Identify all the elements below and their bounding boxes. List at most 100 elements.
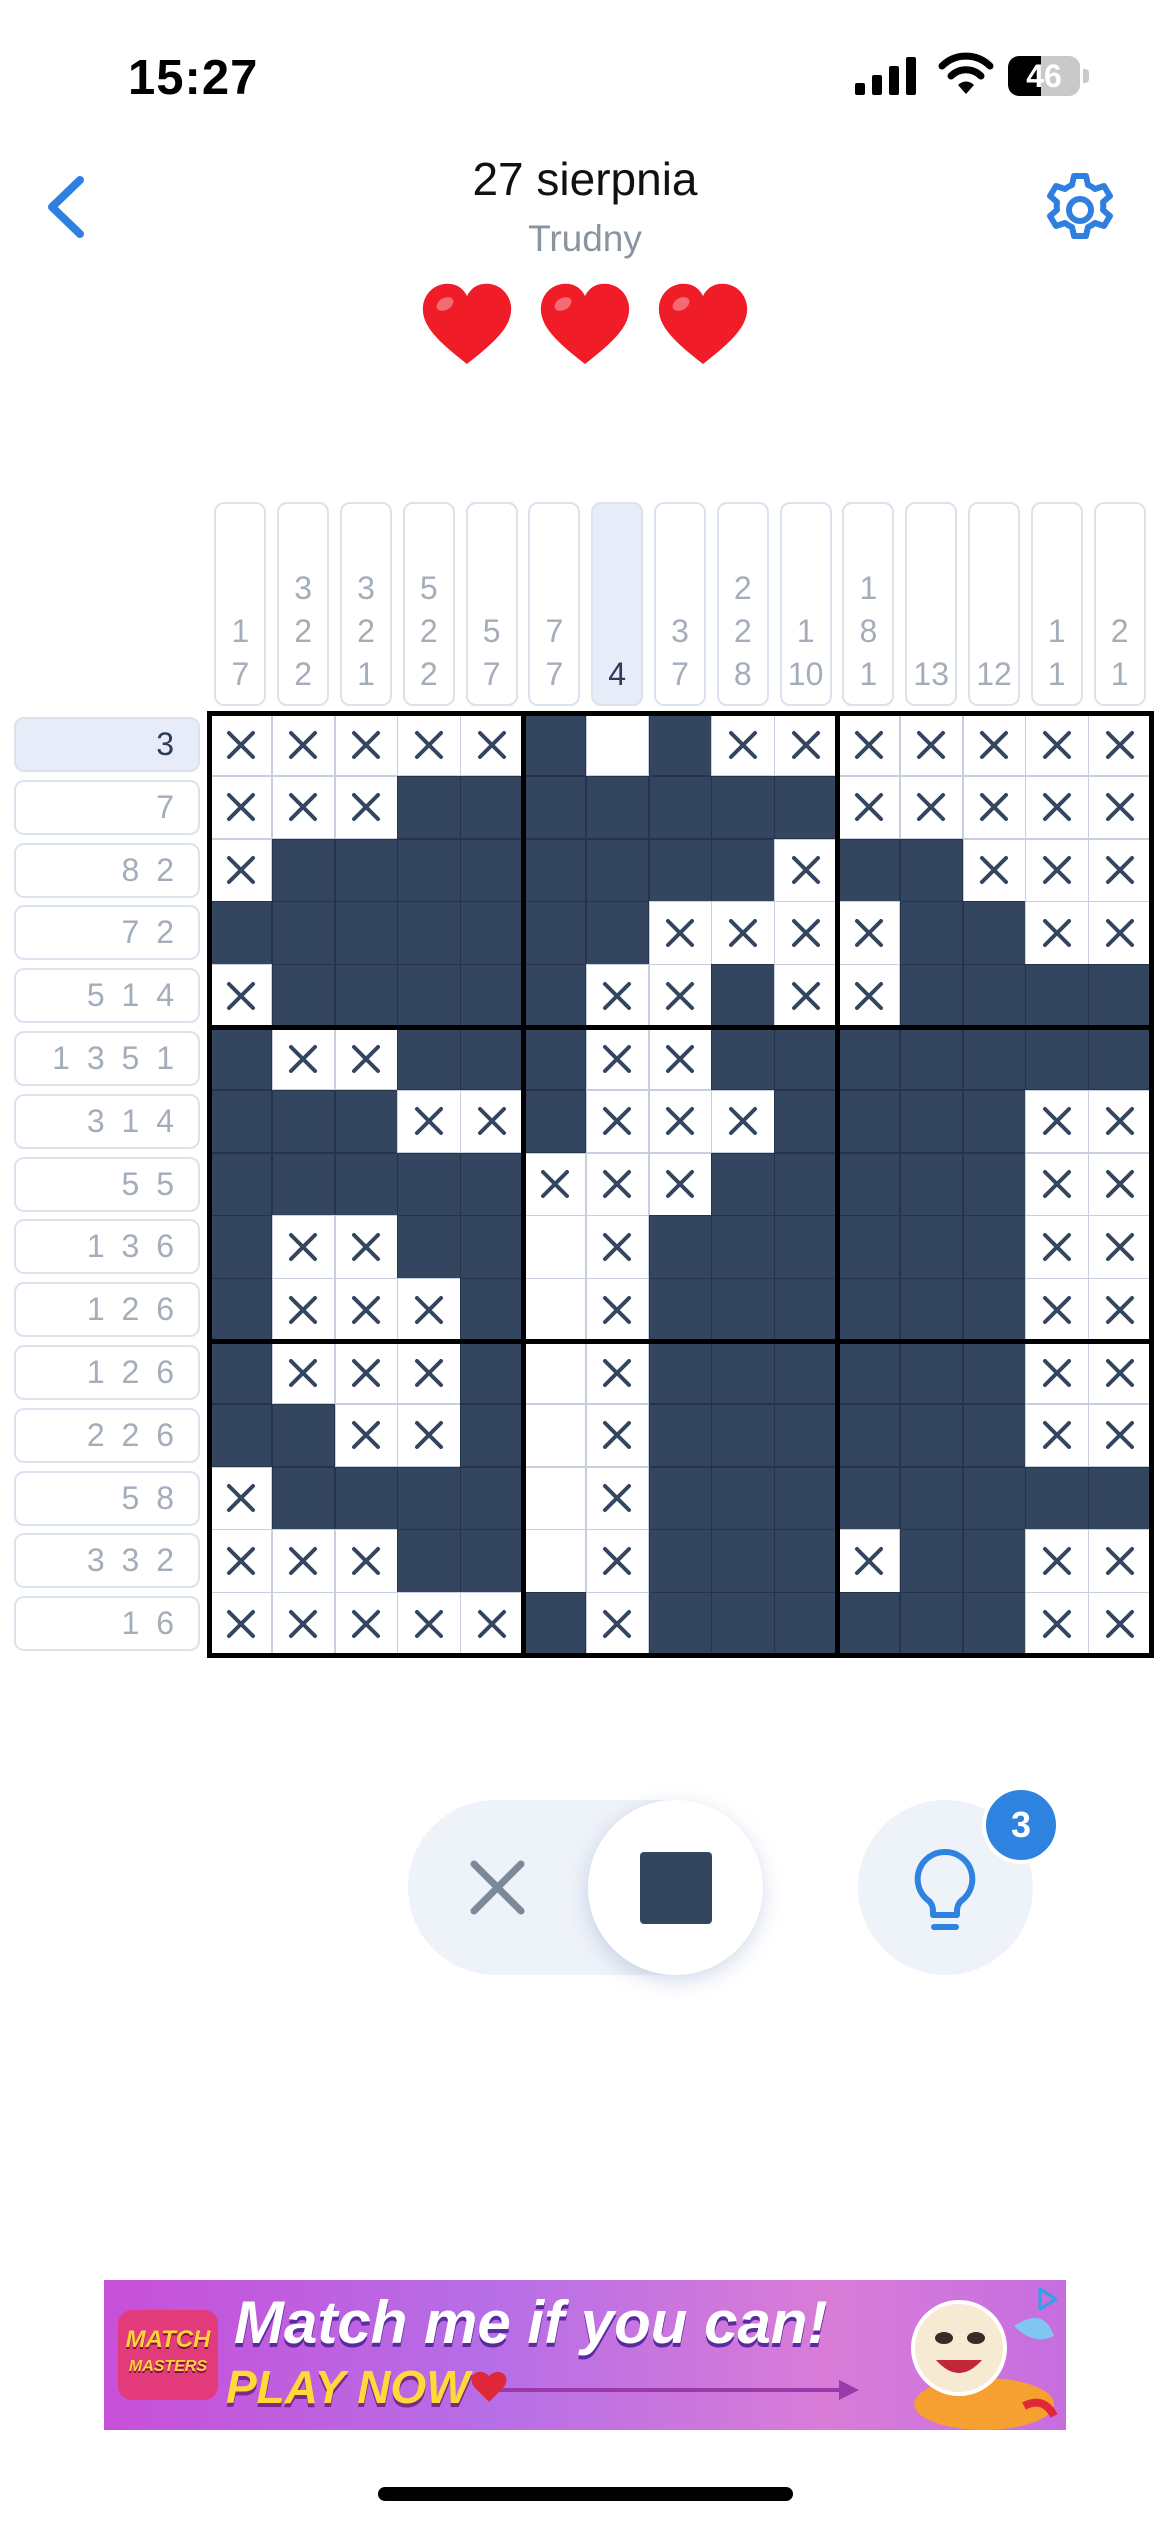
grid-cell-filled[interactable] (899, 1027, 964, 1091)
grid-cell-crossed[interactable] (1025, 713, 1089, 777)
grid-cell-crossed[interactable] (460, 1592, 524, 1656)
grid-cell-filled[interactable] (899, 1089, 964, 1154)
grid-cell-crossed[interactable] (962, 713, 1026, 777)
grid-cell-filled[interactable] (899, 901, 964, 965)
grid-cell-filled[interactable] (1025, 964, 1089, 1028)
grid-cell-filled[interactable] (460, 1341, 524, 1405)
home-indicator[interactable] (378, 2487, 793, 2501)
grid-cell-filled[interactable] (397, 1529, 461, 1593)
grid-cell-filled[interactable] (1088, 1466, 1152, 1530)
grid-cell-crossed[interactable] (648, 964, 712, 1028)
grid-cell-crossed[interactable] (1088, 1152, 1152, 1216)
grid-cell-filled[interactable] (774, 1592, 838, 1656)
grid-cell-filled[interactable] (837, 1027, 901, 1091)
grid-cell-filled[interactable] (899, 1152, 964, 1216)
grid-cell-filled[interactable] (523, 1592, 587, 1656)
grid-cell-filled[interactable] (397, 1152, 461, 1216)
grid-cell-filled[interactable] (648, 1403, 712, 1468)
fill-mode-button[interactable] (588, 1800, 763, 1975)
grid-cell-crossed[interactable] (648, 1089, 712, 1154)
grid-cell-crossed[interactable] (334, 1592, 398, 1656)
grid-cell-filled[interactable] (711, 1529, 775, 1593)
grid-cell-crossed[interactable] (837, 964, 901, 1028)
grid-cell-crossed[interactable] (1088, 1592, 1152, 1656)
grid-cell-filled[interactable] (460, 1403, 524, 1468)
grid-cell-filled[interactable] (837, 1341, 901, 1405)
grid-cell-crossed[interactable] (585, 1529, 650, 1593)
grid-cell-crossed[interactable] (460, 713, 524, 777)
grid-cell-filled[interactable] (334, 901, 398, 965)
grid-cell-crossed[interactable] (334, 775, 398, 840)
grid-cell-crossed[interactable] (837, 1529, 901, 1593)
grid-cell-filled[interactable] (397, 775, 461, 840)
ad-banner[interactable]: MATCH MASTERS Match me if you can! PLAY … (104, 2280, 1066, 2430)
grid-cell-crossed[interactable] (648, 1027, 712, 1091)
grid-cell-filled[interactable] (397, 901, 461, 965)
grid-cell-filled[interactable] (648, 1215, 712, 1279)
ad-cta[interactable]: PLAY NOW (226, 2360, 470, 2414)
grid-cell-crossed[interactable] (209, 1592, 273, 1656)
grid-cell-filled[interactable] (460, 1027, 524, 1091)
grid-cell-filled[interactable] (523, 1089, 587, 1154)
grid-cell-filled[interactable] (711, 1152, 775, 1216)
grid-cell-crossed[interactable] (271, 1215, 336, 1279)
grid-cell-filled[interactable] (585, 901, 650, 965)
grid-cell-crossed[interactable] (1025, 1089, 1089, 1154)
grid-cell-filled[interactable] (962, 1341, 1026, 1405)
grid-cell-filled[interactable] (523, 775, 587, 840)
grid-cell-crossed[interactable] (397, 1341, 461, 1405)
grid-cell-filled[interactable] (711, 1466, 775, 1530)
grid-cell-filled[interactable] (837, 838, 901, 902)
grid-cell-crossed[interactable] (334, 1529, 398, 1593)
grid-cell-crossed[interactable] (648, 901, 712, 965)
grid-cell-filled[interactable] (209, 1403, 273, 1468)
grid-cell-crossed[interactable] (585, 1089, 650, 1154)
grid-cell-crossed[interactable] (585, 1403, 650, 1468)
grid-cell-crossed[interactable] (585, 1466, 650, 1530)
grid-cell-crossed[interactable] (271, 775, 336, 840)
grid-cell-filled[interactable] (837, 1403, 901, 1468)
grid-cell-filled[interactable] (711, 1403, 775, 1468)
grid-cell-filled[interactable] (774, 1152, 838, 1216)
grid-cell-crossed[interactable] (1088, 901, 1152, 965)
grid-cell-crossed[interactable] (1025, 901, 1089, 965)
grid-cell-filled[interactable] (523, 964, 587, 1028)
grid-cell-filled[interactable] (1025, 1027, 1089, 1091)
nonogram-grid[interactable] (206, 710, 1154, 1658)
grid-cell-filled[interactable] (334, 838, 398, 902)
grid-cell-filled[interactable] (271, 1466, 336, 1530)
grid-cell-filled[interactable] (837, 1089, 901, 1154)
grid-cell-filled[interactable] (209, 901, 273, 965)
grid-cell-filled[interactable] (711, 1278, 775, 1342)
grid-cell-crossed[interactable] (209, 838, 273, 902)
grid-cell-empty[interactable] (523, 1278, 587, 1342)
grid-cell-filled[interactable] (460, 1466, 524, 1530)
grid-cell-crossed[interactable] (585, 1341, 650, 1405)
grid-cell-filled[interactable] (460, 1278, 524, 1342)
grid-cell-filled[interactable] (899, 1278, 964, 1342)
grid-cell-filled[interactable] (899, 1529, 964, 1593)
grid-cell-filled[interactable] (837, 1215, 901, 1279)
grid-cell-filled[interactable] (209, 1027, 273, 1091)
grid-cell-crossed[interactable] (774, 713, 838, 777)
grid-cell-filled[interactable] (209, 1089, 273, 1154)
grid-cell-crossed[interactable] (585, 1592, 650, 1656)
grid-cell-filled[interactable] (460, 901, 524, 965)
grid-cell-filled[interactable] (962, 1089, 1026, 1154)
grid-cell-crossed[interactable] (271, 1027, 336, 1091)
grid-cell-crossed[interactable] (648, 1152, 712, 1216)
grid-cell-filled[interactable] (774, 1089, 838, 1154)
grid-cell-crossed[interactable] (397, 1403, 461, 1468)
grid-cell-filled[interactable] (711, 1027, 775, 1091)
grid-cell-filled[interactable] (899, 964, 964, 1028)
grid-cell-crossed[interactable] (774, 838, 838, 902)
grid-cell-filled[interactable] (962, 1278, 1026, 1342)
grid-cell-crossed[interactable] (1025, 838, 1089, 902)
grid-cell-crossed[interactable] (585, 1215, 650, 1279)
grid-cell-filled[interactable] (711, 1592, 775, 1656)
grid-cell-crossed[interactable] (899, 713, 964, 777)
grid-cell-filled[interactable] (837, 1592, 901, 1656)
grid-cell-crossed[interactable] (209, 713, 273, 777)
grid-cell-crossed[interactable] (334, 1215, 398, 1279)
grid-cell-crossed[interactable] (899, 775, 964, 840)
